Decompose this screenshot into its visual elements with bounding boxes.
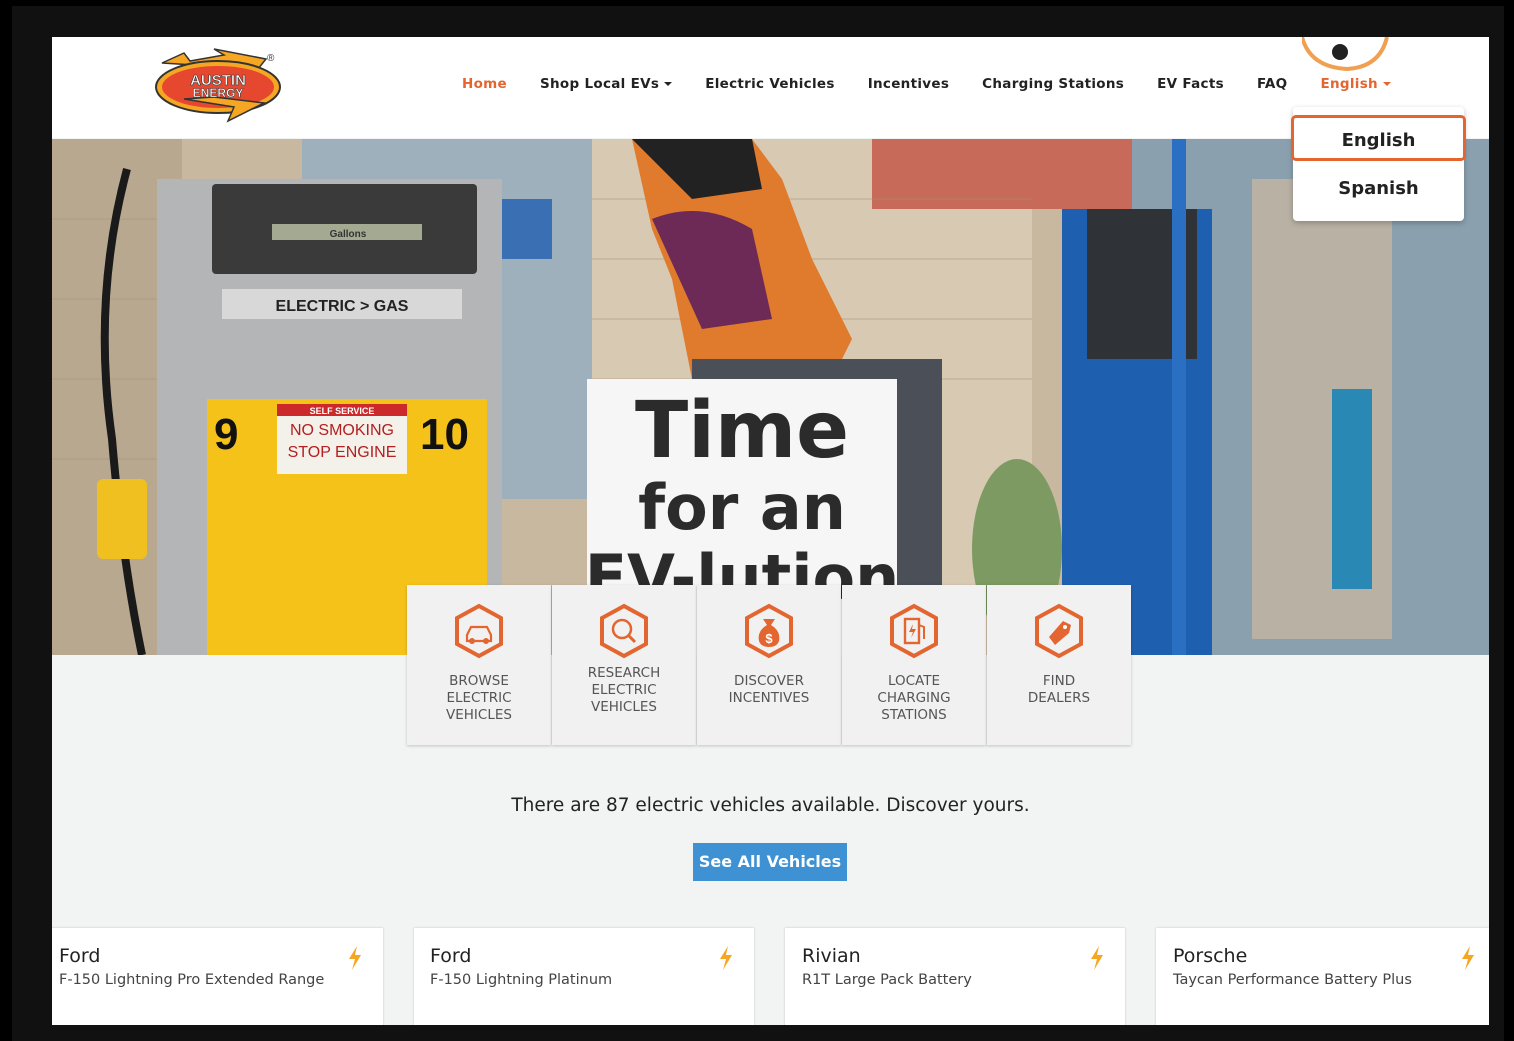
svg-text:Time: Time: [635, 386, 849, 476]
nav-electric-vehicles[interactable]: Electric Vehicles: [705, 76, 834, 92]
vehicle-card[interactable]: Porsche Taycan Performance Battery Plus: [1156, 928, 1489, 1025]
lightning-bolt-icon: [1462, 946, 1474, 970]
charging-station-icon: [890, 603, 938, 659]
tile-locate-charging-stations[interactable]: LOCATE CHARGING STATIONS: [842, 585, 986, 745]
tile-research-electric-vehicles[interactable]: RESEARCH ELECTRIC VEHICLES: [552, 585, 696, 745]
svg-text:NO SMOKING: NO SMOKING: [290, 422, 394, 439]
browser-frame: AUSTIN ENERGY ® Home Shop Local EVs Elec…: [12, 6, 1504, 1041]
vehicle-make: Ford: [59, 945, 101, 967]
language-option-spanish[interactable]: Spanish: [1293, 171, 1464, 207]
nav-ev-facts[interactable]: EV Facts: [1157, 76, 1224, 92]
svg-text:®: ®: [267, 53, 275, 64]
vehicle-make: Rivian: [802, 945, 861, 967]
car-icon: [455, 603, 503, 659]
lightning-bolt-icon: [1091, 946, 1103, 970]
vehicle-model: Taycan Performance Battery Plus: [1173, 972, 1412, 988]
tile-discover-incentives[interactable]: $ DISCOVER INCENTIVES: [697, 585, 841, 745]
nav-home[interactable]: Home: [462, 76, 507, 92]
vehicle-count-text: There are 87 electric vehicles available…: [511, 795, 1030, 816]
svg-text:$: $: [765, 631, 773, 646]
vehicle-make: Ford: [430, 945, 472, 967]
language-dropdown: English Spanish: [1291, 107, 1466, 221]
svg-text:9: 9: [214, 410, 238, 459]
tile-label: DISCOVER INCENTIVES: [728, 673, 810, 706]
tile-label: FIND DEALERS: [1027, 673, 1091, 706]
action-tiles: BROWSE ELECTRIC VEHICLES RESEARCH ELECTR…: [407, 585, 1132, 745]
hero-image: Gallons ELECTRIC > GAS 9 10 SELF SERVICE…: [52, 139, 1489, 655]
tile-label: LOCATE CHARGING STATIONS: [877, 673, 951, 723]
vehicle-model: R1T Large Pack Battery: [802, 972, 972, 988]
mascot-eye-icon: [1302, 37, 1389, 72]
lightning-bolt-icon: [720, 946, 732, 970]
svg-text:for an: for an: [638, 471, 846, 544]
tile-label: BROWSE ELECTRIC VEHICLES: [446, 673, 512, 723]
svg-text:SELF SERVICE: SELF SERVICE: [310, 406, 375, 416]
site-header: AUSTIN ENERGY ® Home Shop Local EVs Elec…: [52, 37, 1489, 138]
money-bag-icon: $: [745, 603, 793, 659]
language-toggle[interactable]: English: [1320, 76, 1391, 92]
tile-label: RESEARCH ELECTRIC VEHICLES: [587, 665, 661, 715]
lightning-bolt-icon: [349, 946, 361, 970]
language-option-english[interactable]: English: [1291, 115, 1466, 161]
hero-photo: Gallons ELECTRIC > GAS 9 10 SELF SERVICE…: [52, 139, 1489, 655]
nav-shop-local-evs[interactable]: Shop Local EVs: [540, 76, 673, 92]
vehicle-make: Porsche: [1173, 945, 1248, 967]
nav-incentives[interactable]: Incentives: [868, 76, 949, 92]
svg-text:10: 10: [420, 410, 469, 459]
vehicle-model: F-150 Lightning Pro Extended Range: [59, 972, 325, 988]
see-all-vehicles-button[interactable]: See All Vehicles: [693, 843, 847, 881]
tile-find-dealers[interactable]: FIND DEALERS: [987, 585, 1131, 745]
vehicle-card[interactable]: Rivian R1T Large Pack Battery: [785, 928, 1125, 1025]
magnifier-icon: [600, 603, 648, 659]
caret-down-icon: [1382, 82, 1391, 86]
svg-text:STOP ENGINE: STOP ENGINE: [288, 444, 397, 461]
caret-down-icon: [664, 82, 673, 86]
austin-energy-logo[interactable]: AUSTIN ENERGY ®: [154, 47, 282, 123]
svg-text:ENERGY: ENERGY: [193, 86, 244, 100]
page: AUSTIN ENERGY ® Home Shop Local EVs Elec…: [52, 37, 1489, 1025]
svg-text:ELECTRIC > GAS: ELECTRIC > GAS: [276, 298, 409, 315]
vehicle-card[interactable]: Ford F-150 Lightning Pro Extended Range: [52, 928, 383, 1025]
vehicle-card[interactable]: Ford F-150 Lightning Platinum: [414, 928, 754, 1025]
vehicle-model: F-150 Lightning Platinum: [430, 972, 613, 988]
svg-text:Gallons: Gallons: [330, 229, 367, 240]
nav-faq[interactable]: FAQ: [1257, 76, 1288, 92]
dealer-tag-icon: [1035, 603, 1083, 659]
main-nav: Home Shop Local EVs Electric Vehicles In…: [462, 73, 1424, 95]
tile-browse-electric-vehicles[interactable]: BROWSE ELECTRIC VEHICLES: [407, 585, 551, 745]
nav-charging-stations[interactable]: Charging Stations: [982, 76, 1124, 92]
